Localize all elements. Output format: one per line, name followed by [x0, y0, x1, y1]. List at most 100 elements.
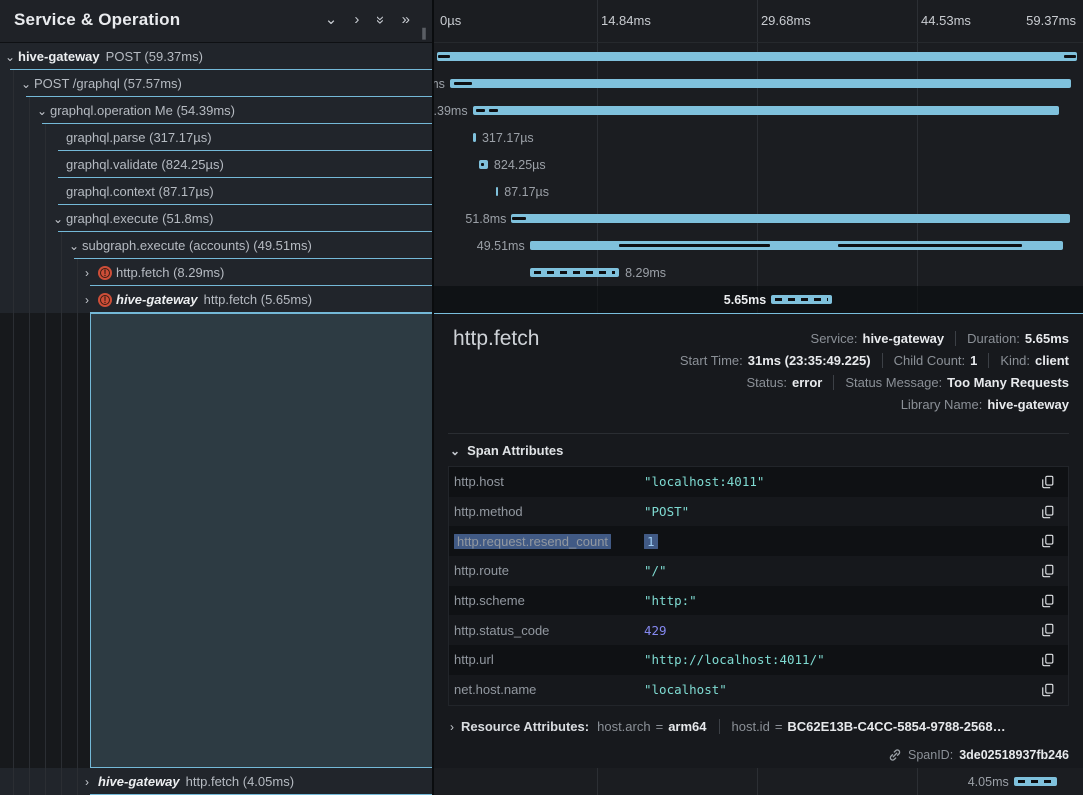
resource-value: arm64: [668, 719, 706, 734]
span-tree-row[interactable]: ⌄ graphql.execute (51.8ms): [0, 205, 432, 232]
expand-chevron-icon[interactable]: ⌄: [5, 52, 18, 62]
selected-span-highlight: [90, 313, 432, 768]
chevron-down-icon[interactable]: ⌄: [325, 11, 338, 29]
meta-label: Status:: [747, 375, 787, 390]
attribute-key: http.host: [454, 474, 644, 489]
expand-chevron-icon[interactable]: ›: [85, 295, 98, 305]
span-bar[interactable]: [450, 79, 1071, 88]
timeline-row: [434, 43, 1083, 70]
copy-icon[interactable]: [1038, 564, 1058, 578]
ruler-tick: 14.84ms: [601, 13, 651, 28]
span-tree-row[interactable]: ⌄ POST /graphql (57.57ms): [0, 70, 432, 97]
span-tree-row[interactable]: › hive-gateway http.fetch (4.05ms): [0, 768, 432, 795]
attribute-row: http.host "localhost:4011": [449, 467, 1068, 497]
span-duration-label: 4.05ms: [968, 775, 1009, 789]
copy-icon[interactable]: [1038, 475, 1058, 489]
double-chevron-down-icon[interactable]: »: [371, 16, 389, 24]
span-tree-row[interactable]: › http.fetch (8.29ms): [0, 259, 432, 286]
meta-line: Library Name: hive-gateway: [901, 393, 1069, 415]
child-span-mark: [512, 217, 526, 220]
span-id-value: 3de02518937fb246: [959, 748, 1069, 762]
meta-value: hive-gateway: [987, 397, 1069, 412]
span-duration-label: 8.29ms: [625, 266, 666, 280]
span-bar[interactable]: [1014, 777, 1058, 786]
expand-chevron-icon[interactable]: ⌄: [69, 241, 82, 251]
link-icon[interactable]: [888, 748, 902, 762]
pane-resize-handle[interactable]: ∥: [421, 26, 428, 40]
span-bar[interactable]: [473, 106, 1059, 115]
child-span-mark: [481, 163, 484, 166]
span-service-name: hive-gateway: [18, 49, 100, 64]
span-bar[interactable]: [479, 160, 488, 169]
expand-chevron-icon[interactable]: ⌄: [53, 214, 66, 224]
child-span-mark: [619, 244, 770, 247]
selected-span-expansion: [0, 313, 432, 768]
meta-line: Start Time:31ms (23:35:49.225)Child Coun…: [680, 349, 1069, 371]
resource-key: host.arch: [597, 719, 650, 734]
span-bar[interactable]: [496, 187, 498, 196]
attribute-key: http.url: [454, 652, 644, 667]
span-tree-rows-after: › hive-gateway http.fetch (4.05ms): [0, 768, 432, 795]
attribute-value: "http://localhost:4011/": [644, 652, 1038, 667]
resource-attributes-row[interactable]: › Resource Attributes: host.arch=arm64ho…: [450, 719, 1006, 734]
attribute-row: http.route "/": [449, 556, 1068, 586]
timeline-rows-after: 4.05ms: [434, 768, 1083, 795]
timeline-row: 49.51ms: [434, 232, 1083, 259]
span-bar[interactable]: [530, 268, 619, 277]
span-bar[interactable]: [437, 52, 1077, 61]
span-tree-row[interactable]: graphql.parse (317.17µs): [0, 124, 432, 151]
span-tree-row[interactable]: ⌄ subgraph.execute (accounts) (49.51ms): [0, 232, 432, 259]
chevron-right-icon[interactable]: ›: [354, 11, 359, 29]
meta-label: Library Name:: [901, 397, 983, 412]
span-id-row: SpanID: 3de02518937fb246: [888, 748, 1069, 762]
meta-value: Too Many Requests: [947, 375, 1069, 390]
timeline-row: 87.17µs: [434, 178, 1083, 205]
span-duration-label: 317.17µs: [482, 131, 534, 145]
expand-chevron-icon[interactable]: ⌄: [21, 79, 34, 89]
span-bar[interactable]: [530, 241, 1064, 250]
meta-line: Service:hive-gatewayDuration:5.65ms: [811, 327, 1069, 349]
attribute-value: "localhost:4011": [644, 474, 1038, 489]
attribute-value: "localhost": [644, 682, 1038, 697]
span-tree-row[interactable]: › hive-gateway http.fetch (5.65ms): [0, 286, 432, 313]
copy-icon[interactable]: [1038, 594, 1058, 608]
span-bar[interactable]: [771, 295, 832, 304]
expand-chevron-icon[interactable]: ›: [85, 777, 98, 787]
chevron-right-icon: ›: [450, 720, 454, 734]
expand-chevron-icon[interactable]: ⌄: [37, 106, 50, 116]
copy-icon[interactable]: [1038, 505, 1058, 519]
span-bar[interactable]: [473, 133, 476, 142]
timeline-rows: 57.57ms 54.39ms 317.17µs 824.25µs 87.17µ…: [434, 43, 1083, 313]
span-tree-row[interactable]: ⌄ graphql.operation Me (54.39ms): [0, 97, 432, 124]
span-operation-label: POST (59.37ms): [106, 49, 203, 64]
span-attributes-header[interactable]: ⌄ Span Attributes: [450, 443, 563, 458]
resource-items: host.arch=arm64host.id=BC62E13B-C4CC-585…: [597, 719, 1006, 734]
copy-icon[interactable]: [1038, 683, 1058, 697]
meta-label: Status Message:: [845, 375, 942, 390]
span-tree-row[interactable]: graphql.context (87.17µs): [0, 178, 432, 205]
timeline-row: 57.57ms: [434, 70, 1083, 97]
resource-item: host.arch=arm64: [597, 719, 706, 734]
span-tree-pane: Service & Operation ⌄ › » » ∥ ⌄ hive-gat…: [0, 0, 434, 795]
meta-item: Child Count:1: [882, 353, 978, 368]
meta-value: hive-gateway: [863, 331, 945, 346]
copy-icon[interactable]: [1038, 534, 1058, 548]
span-id-label: SpanID:: [908, 748, 953, 762]
span-tree-row[interactable]: graphql.validate (824.25µs): [0, 151, 432, 178]
copy-icon[interactable]: [1038, 653, 1058, 667]
span-tree-row[interactable]: ⌄ hive-gateway POST (59.37ms): [0, 43, 432, 70]
span-duration-label: 57.57ms: [434, 77, 445, 91]
child-span-mark: [838, 244, 1022, 247]
attribute-key: http.request.resend_count: [454, 534, 644, 549]
expand-chevron-icon[interactable]: ›: [85, 268, 98, 278]
timeline-ruler: 0µs14.84ms29.68ms44.53ms59.37ms: [434, 0, 1083, 43]
double-chevron-right-icon[interactable]: »: [402, 11, 410, 29]
detail-divider: [448, 433, 1069, 434]
timeline-row: 51.8ms: [434, 205, 1083, 232]
span-bar[interactable]: [511, 214, 1069, 223]
child-span-mark: [438, 55, 450, 58]
timeline-pane: 0µs14.84ms29.68ms44.53ms59.37ms 57.57ms …: [434, 0, 1083, 795]
attribute-value: "http:": [644, 593, 1038, 608]
copy-icon[interactable]: [1038, 623, 1058, 637]
meta-item: Kind:client: [988, 353, 1069, 368]
